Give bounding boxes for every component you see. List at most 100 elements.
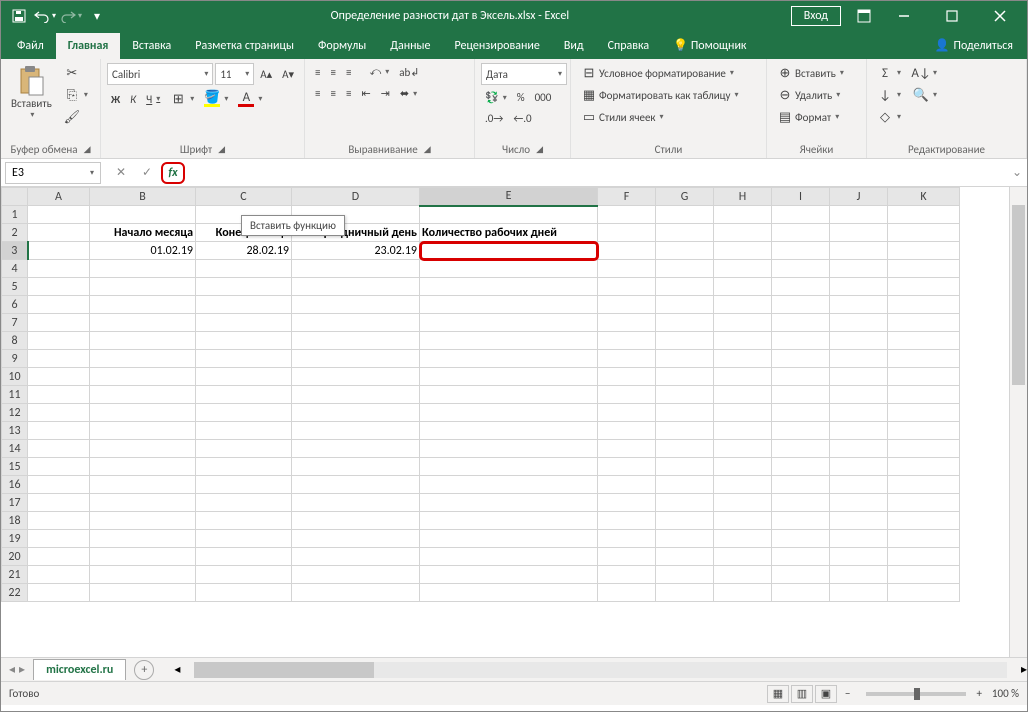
align-bottom-icon[interactable]: ≡ [342, 64, 355, 81]
cell-D21[interactable] [292, 566, 420, 584]
cell-E5[interactable] [420, 278, 598, 296]
cell-H18[interactable] [714, 512, 772, 530]
decrease-indent-icon[interactable]: ⇤ [357, 85, 374, 102]
orientation-icon[interactable]: ⤺▾ [365, 63, 393, 81]
cell-H2[interactable] [714, 224, 772, 242]
cell-I18[interactable] [772, 512, 830, 530]
wrap-text-icon[interactable]: ab↲ [395, 64, 423, 81]
cell-G5[interactable] [656, 278, 714, 296]
share-button[interactable]: 👤Поделиться [921, 32, 1027, 59]
increase-indent-icon[interactable]: ⇥ [377, 85, 394, 102]
cell-F9[interactable] [598, 350, 656, 368]
cell-B12[interactable] [90, 404, 196, 422]
cell-D5[interactable] [292, 278, 420, 296]
cell-C6[interactable] [196, 296, 292, 314]
cell-K7[interactable] [888, 314, 960, 332]
close-button[interactable] [977, 1, 1023, 31]
tab-file[interactable]: Файл [5, 33, 56, 59]
copy-button[interactable]: ⎘▾ [60, 85, 92, 105]
cell-K13[interactable] [888, 422, 960, 440]
cell-F3[interactable] [598, 242, 656, 260]
cell-B11[interactable] [90, 386, 196, 404]
autosum-button[interactable]: Σ▾ [873, 63, 905, 83]
cell-E3[interactable] [420, 242, 598, 260]
cell-J3[interactable] [830, 242, 888, 260]
cell-A19[interactable] [28, 530, 90, 548]
row-header-8[interactable]: 8 [2, 332, 28, 350]
cell-F21[interactable] [598, 566, 656, 584]
row-header-13[interactable]: 13 [2, 422, 28, 440]
cell-A21[interactable] [28, 566, 90, 584]
cell-D20[interactable] [292, 548, 420, 566]
decrease-decimal-icon[interactable]: ←.0 [509, 110, 535, 127]
row-header-6[interactable]: 6 [2, 296, 28, 314]
cell-K16[interactable] [888, 476, 960, 494]
name-box[interactable]: E3▾ [5, 162, 101, 184]
cell-I13[interactable] [772, 422, 830, 440]
cell-H15[interactable] [714, 458, 772, 476]
tab-page-layout[interactable]: Разметка страницы [183, 33, 306, 59]
column-header-I[interactable]: I [772, 188, 830, 206]
cell-C14[interactable] [196, 440, 292, 458]
cell-B2[interactable]: Начало месяца [90, 224, 196, 242]
cell-I2[interactable] [772, 224, 830, 242]
cell-F4[interactable] [598, 260, 656, 278]
cell-B7[interactable] [90, 314, 196, 332]
cell-B13[interactable] [90, 422, 196, 440]
cell-D18[interactable] [292, 512, 420, 530]
zoom-slider[interactable] [866, 692, 966, 696]
cell-H12[interactable] [714, 404, 772, 422]
cell-E13[interactable] [420, 422, 598, 440]
cell-B9[interactable] [90, 350, 196, 368]
cell-C20[interactable] [196, 548, 292, 566]
ribbon-display-options-icon[interactable] [849, 1, 879, 31]
cell-K12[interactable] [888, 404, 960, 422]
cell-J21[interactable] [830, 566, 888, 584]
cell-E9[interactable] [420, 350, 598, 368]
cell-E8[interactable] [420, 332, 598, 350]
row-header-3[interactable]: 3 [2, 242, 28, 260]
cell-J15[interactable] [830, 458, 888, 476]
cell-G11[interactable] [656, 386, 714, 404]
row-header-7[interactable]: 7 [2, 314, 28, 332]
cell-C4[interactable] [196, 260, 292, 278]
cell-K4[interactable] [888, 260, 960, 278]
cell-K11[interactable] [888, 386, 960, 404]
cell-F19[interactable] [598, 530, 656, 548]
cell-H9[interactable] [714, 350, 772, 368]
minimize-button[interactable] [881, 1, 927, 31]
cell-F22[interactable] [598, 584, 656, 602]
cell-H19[interactable] [714, 530, 772, 548]
cell-I17[interactable] [772, 494, 830, 512]
italic-button[interactable]: К [126, 91, 140, 108]
cell-B22[interactable] [90, 584, 196, 602]
cell-E11[interactable] [420, 386, 598, 404]
cell-K15[interactable] [888, 458, 960, 476]
expand-formula-bar-icon[interactable]: ⌄ [1007, 165, 1027, 180]
cell-A15[interactable] [28, 458, 90, 476]
comma-format-icon[interactable]: 000 [531, 89, 556, 106]
cell-D9[interactable] [292, 350, 420, 368]
cell-E18[interactable] [420, 512, 598, 530]
align-middle-icon[interactable]: ≡ [326, 64, 339, 81]
cell-C7[interactable] [196, 314, 292, 332]
row-header-1[interactable]: 1 [2, 206, 28, 224]
zoom-in-button[interactable]: + [976, 687, 981, 700]
cell-D16[interactable] [292, 476, 420, 494]
cell-I1[interactable] [772, 206, 830, 224]
conditional-formatting-button[interactable]: ⊟Условное форматирование▾ [577, 63, 760, 83]
cell-J19[interactable] [830, 530, 888, 548]
cell-K22[interactable] [888, 584, 960, 602]
cell-H1[interactable] [714, 206, 772, 224]
row-header-22[interactable]: 22 [2, 584, 28, 602]
cell-I16[interactable] [772, 476, 830, 494]
cell-J17[interactable] [830, 494, 888, 512]
cell-K18[interactable] [888, 512, 960, 530]
row-header-17[interactable]: 17 [2, 494, 28, 512]
cell-B6[interactable] [90, 296, 196, 314]
cell-A16[interactable] [28, 476, 90, 494]
column-header-C[interactable]: C [196, 188, 292, 206]
cell-A1[interactable] [28, 206, 90, 224]
cell-D8[interactable] [292, 332, 420, 350]
row-header-18[interactable]: 18 [2, 512, 28, 530]
